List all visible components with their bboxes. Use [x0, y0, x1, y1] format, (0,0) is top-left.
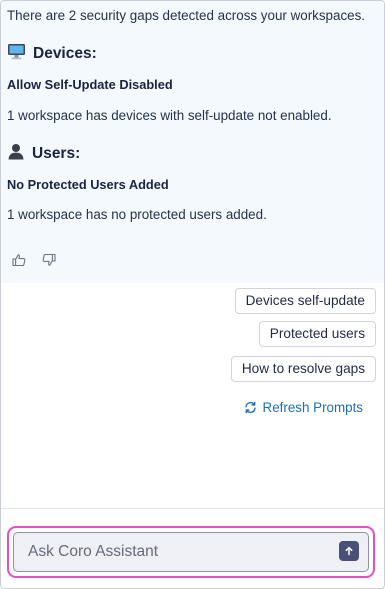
composer-divider [1, 508, 384, 509]
users-heading: Users: [7, 143, 80, 165]
prompt-devices-self-update[interactable]: Devices self-update [234, 288, 376, 314]
devices-gap-description: 1 workspace has devices with self-update… [7, 108, 332, 123]
prompt-how-to-resolve-gaps[interactable]: How to resolve gaps [230, 356, 376, 382]
devices-gap-title: Allow Self-Update Disabled [7, 77, 173, 92]
users-gap-description: 1 workspace has no protected users added… [7, 207, 267, 222]
prompt-protected-users[interactable]: Protected users [258, 321, 376, 347]
devices-heading-label: Devices: [33, 45, 97, 62]
send-button[interactable] [339, 541, 359, 561]
refresh-prompts-label: Refresh Prompts [262, 400, 363, 415]
thumbs-up-icon[interactable] [12, 253, 26, 267]
refresh-icon [244, 401, 256, 414]
arrow-up-icon [345, 546, 353, 556]
message-intro: There are 2 security gaps detected acros… [7, 8, 365, 23]
composer [13, 532, 369, 572]
users-gap-title: No Protected Users Added [7, 177, 169, 192]
message-feedback [12, 253, 56, 267]
assistant-panel: There are 2 security gaps detected acros… [0, 0, 385, 589]
devices-heading: Devices: [7, 43, 97, 65]
assistant-message: There are 2 security gaps detected acros… [1, 1, 384, 283]
thumbs-down-icon[interactable] [42, 253, 56, 267]
ask-assistant-input[interactable] [14, 533, 368, 571]
refresh-prompts-button[interactable]: Refresh Prompts [244, 400, 363, 415]
users-heading-label: Users: [32, 145, 81, 162]
computer-icon [7, 43, 26, 65]
user-icon [7, 143, 25, 165]
composer-focus-ring [7, 526, 375, 578]
